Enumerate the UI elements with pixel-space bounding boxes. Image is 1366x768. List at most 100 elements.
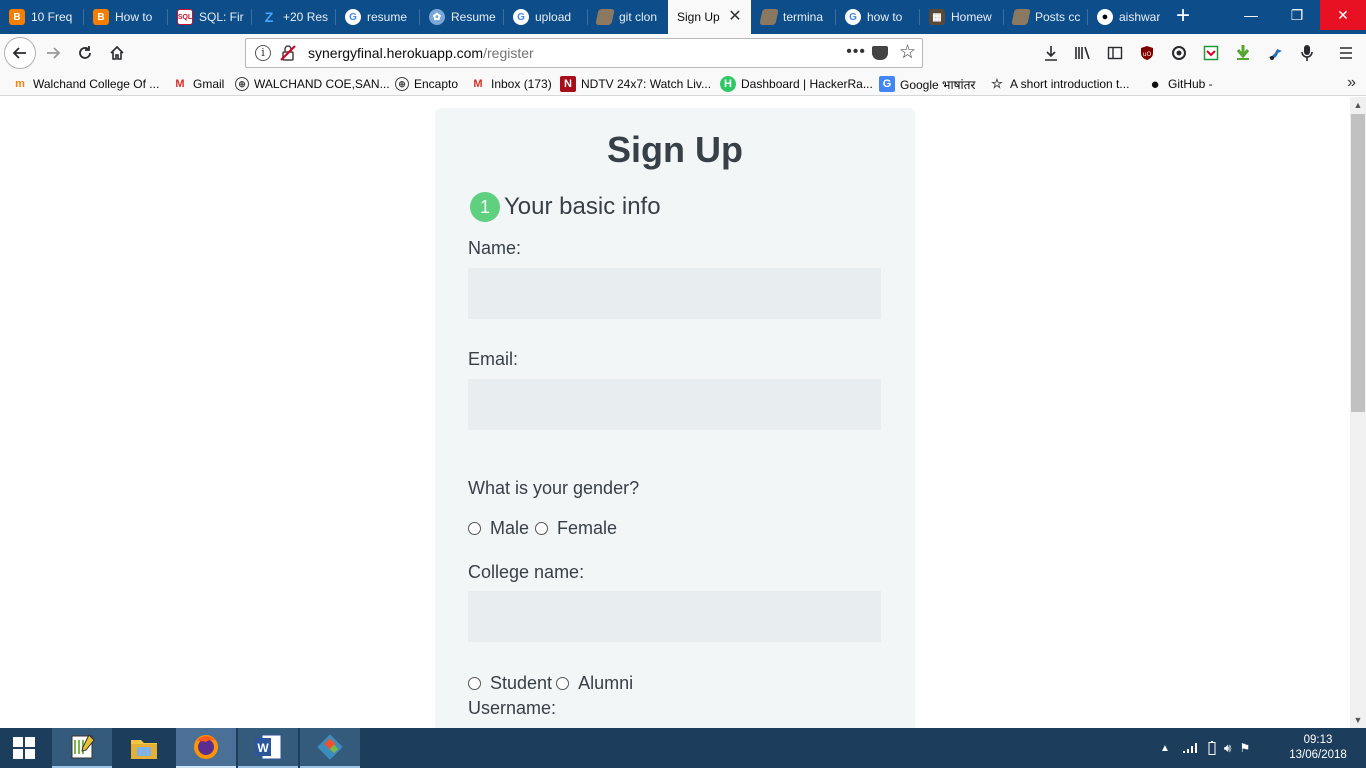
bookmark-encapto[interactable]: ⊕ Encapto (395, 75, 458, 93)
bookmark-walchand-coe[interactable]: ⊕ WALCHAND COE,SAN... (235, 75, 390, 93)
maximize-button[interactable]: ❐ (1274, 0, 1320, 30)
forward-button[interactable] (39, 39, 67, 67)
scrollbar-thumb[interactable] (1351, 114, 1365, 412)
tab-label: Homew (951, 10, 992, 24)
sync-extension-icon[interactable] (1169, 43, 1189, 63)
back-button[interactable] (4, 37, 36, 69)
college-input[interactable] (468, 591, 881, 642)
z-site-icon: Z (264, 9, 274, 25)
tab-sign-up[interactable]: Sign Up ✕ (668, 0, 751, 34)
bookmark-ndtv[interactable]: N NDTV 24x7: Watch Liv... (560, 75, 711, 93)
section-title: Your basic info (504, 193, 661, 220)
bookmark-inbox[interactable]: M Inbox (173) (470, 75, 551, 93)
network-signal-icon[interactable] (1182, 742, 1198, 754)
tab-7[interactable]: G upload (504, 0, 587, 34)
minimize-button[interactable]: — (1228, 0, 1274, 30)
taskbar-app-notepadplus[interactable] (52, 728, 112, 768)
tab-12[interactable]: ▦ Homew (920, 0, 1003, 34)
new-tab-button[interactable]: + (1170, 0, 1196, 34)
ublock-icon[interactable]: uO (1137, 43, 1157, 63)
taskbar-app-word[interactable]: W (238, 728, 298, 768)
tab-1[interactable]: B 10 Freq (0, 0, 83, 34)
start-button[interactable] (0, 728, 48, 768)
bookmark-label: Dashboard | HackerRa... (741, 77, 873, 91)
tab-label: aishwar (1119, 10, 1161, 24)
bookmark-gmail[interactable]: M Gmail (172, 75, 224, 93)
tab-label: resume (367, 10, 408, 24)
tab-4[interactable]: Z +20 Res (252, 0, 335, 34)
tab-label: Sign Up (677, 10, 720, 24)
volume-icon[interactable]: 🔊︎ (1224, 741, 1232, 756)
download-helper-icon[interactable] (1233, 43, 1253, 63)
tab-5[interactable]: G resume (336, 0, 419, 34)
bookmark-label: A short introduction t... (1010, 77, 1130, 91)
close-tab-icon[interactable]: ✕ (727, 9, 743, 25)
tab-strip: B 10 Freq B How to SQL SQL: Fir Z +20 Re… (0, 0, 1366, 34)
git-icon (317, 734, 343, 760)
tab-11[interactable]: G how to (836, 0, 919, 34)
reload-button[interactable] (71, 39, 99, 67)
reload-icon (79, 46, 91, 59)
site-info-icon[interactable]: i (255, 45, 271, 61)
college-label: College name: (468, 562, 585, 582)
tab-2[interactable]: B How to (84, 0, 167, 34)
show-hidden-icons-icon[interactable]: ▲ (1160, 743, 1170, 754)
tab-13[interactable]: Posts cc (1004, 0, 1087, 34)
bookmark-label: Encapto (414, 77, 459, 91)
tab-label: +20 Res (283, 10, 329, 24)
bookmark-walchand-moodle[interactable]: m Walchand College Of ... (12, 75, 159, 93)
tab-8[interactable]: git clon (588, 0, 667, 34)
github-icon: ● (1150, 75, 1160, 93)
page-actions-menu-icon[interactable]: ••• (846, 43, 866, 61)
role-student-radio[interactable] (468, 677, 481, 690)
close-window-button[interactable]: ✕ (1320, 0, 1366, 30)
library-icon[interactable] (1073, 43, 1093, 63)
file-explorer-icon (131, 740, 157, 759)
email-input[interactable] (468, 379, 881, 430)
section-header: 1 Your basic info (470, 192, 661, 222)
back-arrow-icon (12, 47, 26, 59)
battery-icon[interactable] (1208, 741, 1216, 755)
sql-site-icon: SQL (177, 9, 193, 25)
taskbar-app-git[interactable] (300, 728, 360, 768)
role-alumni-radio[interactable] (556, 677, 570, 690)
action-center-flag-icon[interactable]: ⚑ (1239, 741, 1250, 755)
pocket-extension-icon[interactable] (1201, 43, 1221, 63)
bookmark-github[interactable]: ● GitHub - (1147, 75, 1212, 93)
vertical-scrollbar[interactable]: ▲ ▼ (1350, 97, 1366, 728)
bookmark-google-translate[interactable]: G Google भाषांतर (879, 75, 975, 93)
page-icon (595, 9, 615, 25)
google-translate-icon: G (879, 76, 895, 92)
google-icon: G (845, 9, 861, 25)
gender-female-radio[interactable] (535, 522, 549, 535)
home-button[interactable] (103, 39, 131, 67)
tab-14[interactable]: ● aishwar (1088, 0, 1168, 34)
scroll-down-arrow-icon[interactable]: ▼ (1350, 712, 1366, 728)
sidebar-icon[interactable] (1105, 43, 1125, 63)
system-clock[interactable]: 09:13 13/06/2018 (1285, 733, 1351, 763)
more-bookmarks-chevron-icon[interactable]: » (1347, 74, 1356, 92)
tab-6[interactable]: ✿ Resume (420, 0, 503, 34)
bird-extension-icon[interactable] (1265, 43, 1285, 63)
insecure-lock-icon[interactable] (279, 44, 297, 62)
bookmark-hackerrank[interactable]: H Dashboard | HackerRa... (720, 75, 873, 93)
name-input[interactable] (468, 268, 881, 319)
pocket-icon[interactable] (872, 46, 888, 60)
gender-male-radio[interactable] (468, 522, 481, 535)
microphone-icon[interactable] (1297, 43, 1317, 63)
url-bar[interactable]: i synergyfinal.herokuapp.com/register ••… (245, 38, 923, 68)
bookmark-star-icon[interactable]: ☆ (899, 41, 916, 64)
bookmark-short-introduction[interactable]: ☆ A short introduction t... (989, 75, 1129, 93)
blogger-icon: B (9, 9, 25, 25)
bookmarks-toolbar: m Walchand College Of ... M Gmail ⊕ WALC… (0, 72, 1366, 96)
url-host: synergyfinal.herokuapp.com (308, 45, 484, 61)
scroll-up-arrow-icon[interactable]: ▲ (1350, 97, 1366, 113)
tab-10[interactable]: termina (752, 0, 835, 34)
resume-site-icon: ✿ (429, 9, 445, 25)
gender-options: Male Female (468, 518, 621, 539)
hamburger-menu-icon[interactable] (1336, 43, 1356, 63)
taskbar-app-file-explorer[interactable] (114, 728, 174, 768)
taskbar-app-firefox[interactable] (176, 728, 236, 768)
downloads-icon[interactable] (1041, 43, 1061, 63)
tab-3[interactable]: SQL SQL: Fir (168, 0, 251, 34)
